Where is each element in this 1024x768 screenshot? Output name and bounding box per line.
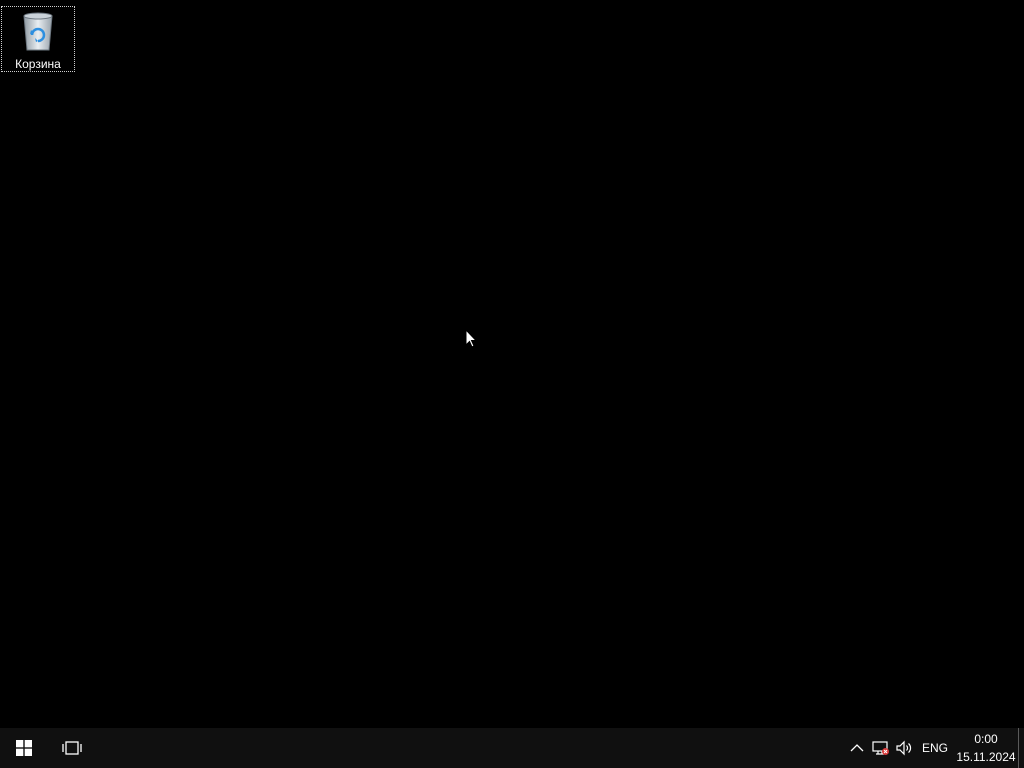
- desktop-icon-label: Корзина: [15, 57, 61, 71]
- taskbar: ENG 0:00 15.11.2024: [0, 728, 1024, 768]
- chevron-up-icon: [850, 744, 864, 752]
- show-hidden-icons-button[interactable]: [846, 728, 868, 768]
- show-desktop-button[interactable]: [1018, 728, 1024, 768]
- desktop[interactable]: Корзина: [0, 0, 1024, 728]
- mouse-pointer-icon: [465, 329, 477, 348]
- task-view-icon: [62, 741, 82, 755]
- clock-time: 0:00: [974, 732, 998, 746]
- network-disconnected-icon: [872, 741, 889, 755]
- start-button[interactable]: [0, 728, 48, 768]
- volume-button[interactable]: [894, 728, 916, 768]
- volume-icon: [896, 740, 912, 756]
- clock-date: 15.11.2024: [956, 750, 1016, 764]
- task-view-button[interactable]: [48, 728, 96, 768]
- desktop-icon-recycle-bin[interactable]: Корзина: [1, 6, 75, 72]
- network-status-button[interactable]: [870, 728, 892, 768]
- input-language-indicator[interactable]: ENG: [918, 728, 952, 768]
- clock[interactable]: 0:00 15.11.2024: [954, 728, 1018, 768]
- recycle-bin-icon: [23, 12, 53, 51]
- windows-logo-icon: [16, 740, 32, 756]
